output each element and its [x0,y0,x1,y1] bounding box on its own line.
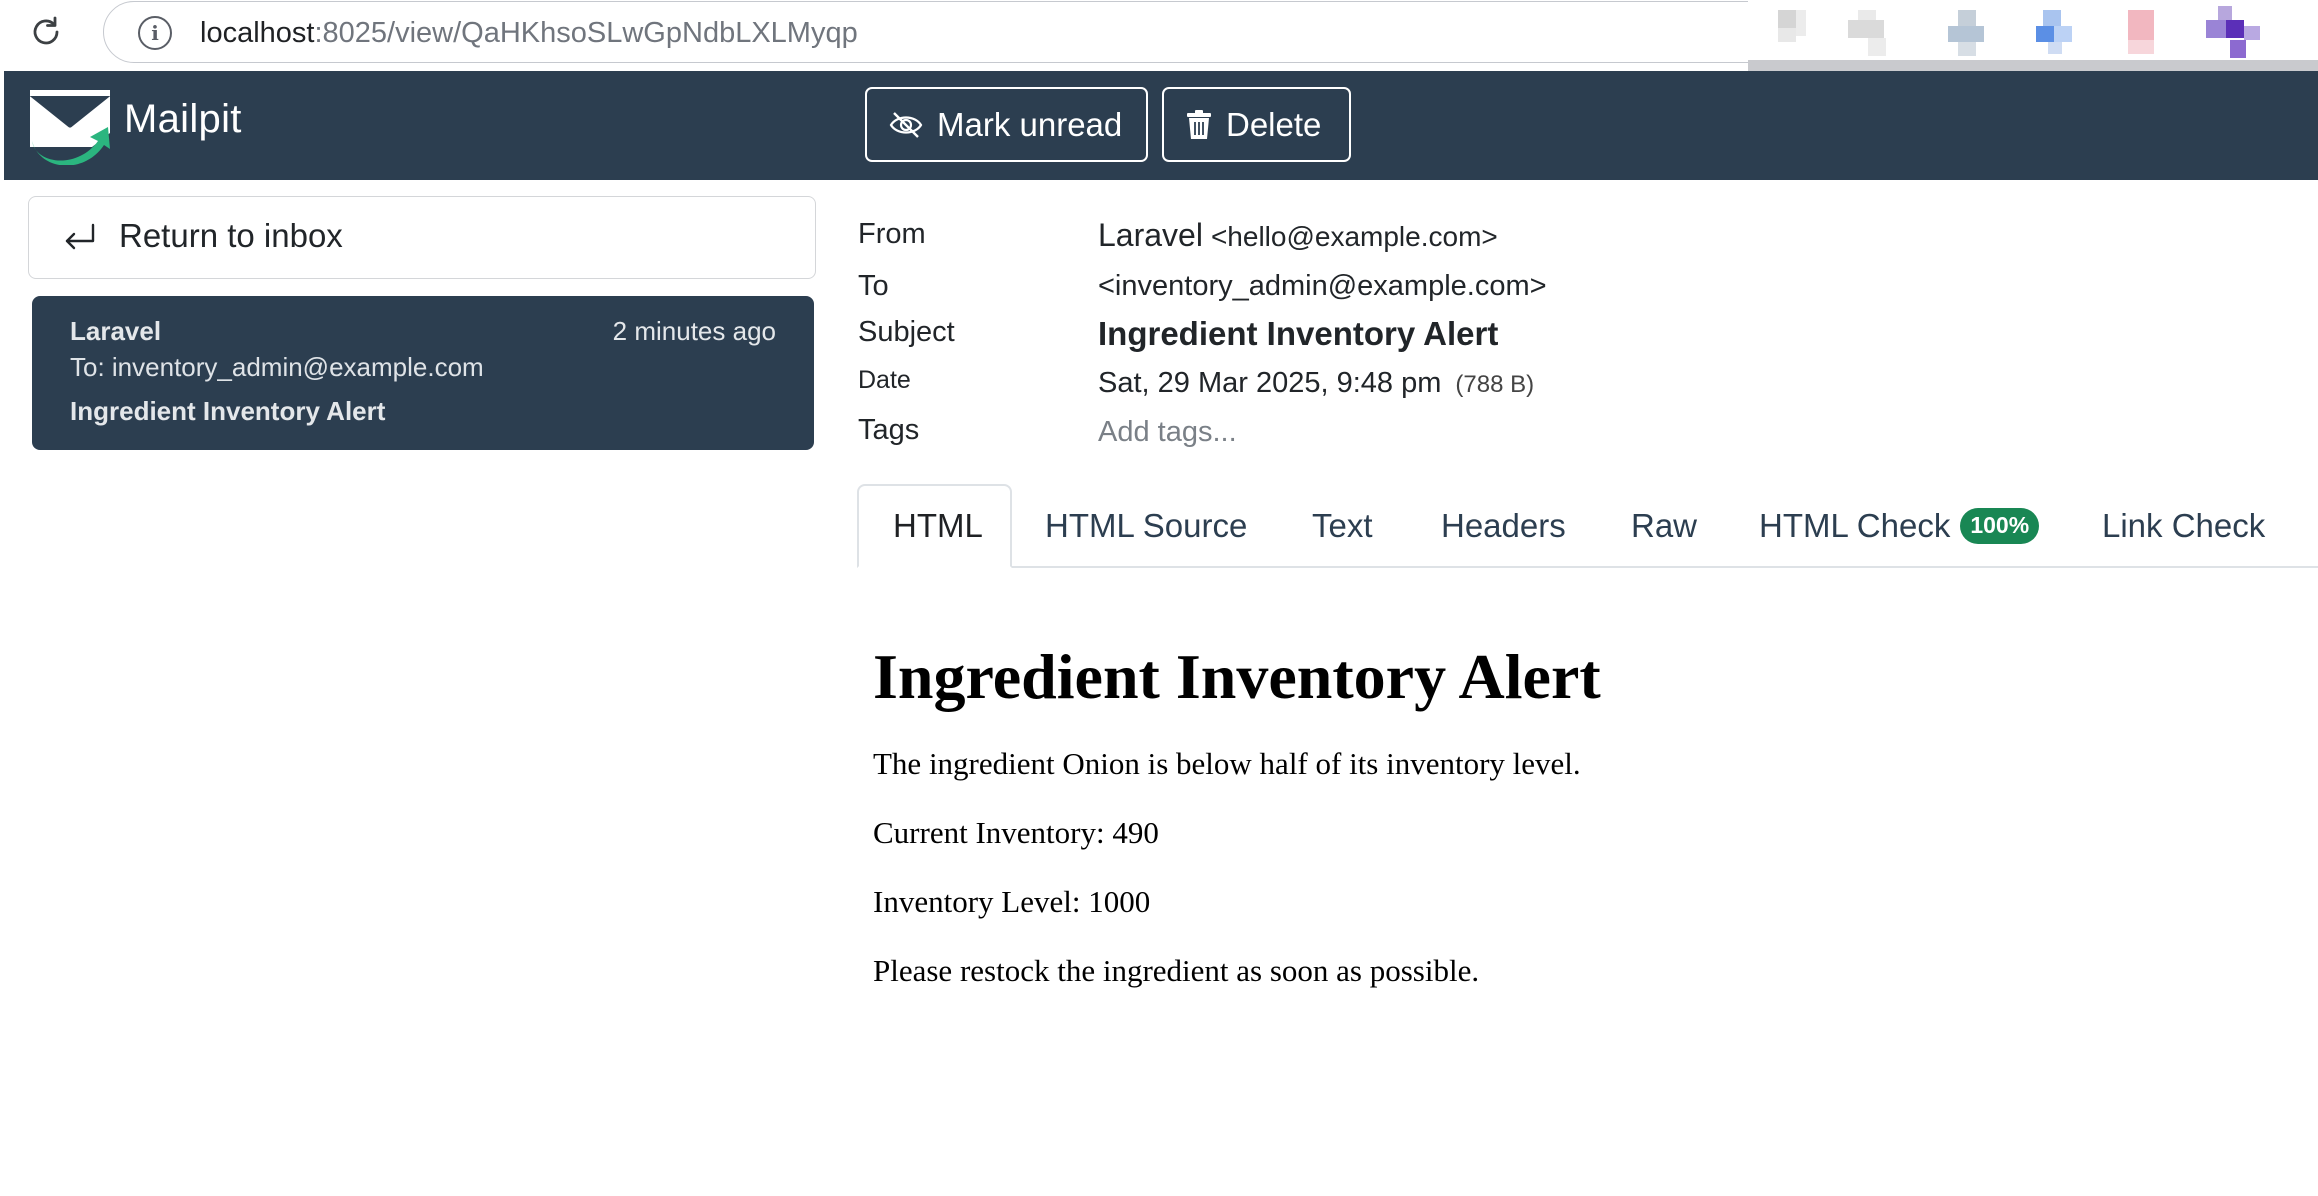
tags-label: Tags [858,414,920,446]
delete-button[interactable]: Delete [1162,87,1351,162]
tab-label: HTML [893,507,983,544]
message-time: 2 minutes ago [612,316,776,346]
tab-label: Link Check [2102,507,2266,544]
return-arrow-icon [65,223,95,250]
date-value: Sat, 29 Mar 2025, 9:48 pm (788 B) [1098,367,1534,400]
tab-label: HTML Check [1759,507,1951,544]
eye-slash-icon [889,111,923,138]
tab-headers[interactable]: Headers [1407,484,1600,568]
return-to-inbox-label: Return to inbox [119,217,343,254]
to-value: <inventory_admin@example.com> [1098,270,1547,302]
email-paragraph: Inventory Level: 1000 [873,884,1151,919]
html-check-score-badge: 100% [1960,508,2040,544]
subject-value: Ingredient Inventory Alert [1098,315,1499,352]
message-size: (788 B) [1455,371,1535,398]
message-subject: Ingredient Inventory Alert [70,396,386,426]
mailpit-logo-icon[interactable] [26,85,112,165]
browser-toolbar: i localhost:8025/view/QaHKhsoSLwGpNdbLXL… [0,0,2318,78]
message-list-item-selected[interactable]: Laravel 2 minutes ago To: inventory_admi… [32,296,814,450]
tab-html[interactable]: HTML [857,484,1012,568]
to-label: To [858,270,889,302]
tab-label: Raw [1631,507,1698,544]
tab-raw[interactable]: Raw [1597,484,1731,568]
mark-unread-label: Mark unread [937,105,1123,143]
message-to: To: inventory_admin@example.com [70,352,484,382]
address-bar[interactable]: i localhost:8025/view/QaHKhsoSLwGpNdbLXL… [103,1,1915,63]
email-paragraph: Please restock the ingredient as soon as… [873,953,1480,988]
url-path: :8025/view/QaHKhsoSLwGpNdbLXLMyqp [314,17,858,49]
tab-label: HTML Source [1045,507,1248,544]
email-paragraph: Current Inventory: 490 [873,815,1159,850]
url-text: localhost:8025/view/QaHKhsoSLwGpNdbLXLMy… [200,15,858,51]
email-heading: Ingredient Inventory Alert [873,641,1601,712]
email-html-preview: Ingredient Inventory Alert The ingredien… [873,640,2273,1024]
tab-label: Headers [1441,507,1566,544]
tab-html-source[interactable]: HTML Source [1011,484,1281,568]
tab-text[interactable]: Text [1278,484,1407,568]
delete-label: Delete [1226,105,1322,143]
from-name: Laravel [1098,217,1203,253]
subject-label: Subject [858,316,955,348]
mark-unread-button[interactable]: Mark unread [865,87,1148,162]
trash-icon [1187,109,1211,139]
email-paragraph: The ingredient Onion is below half of it… [873,746,1581,781]
reload-icon[interactable] [26,12,66,52]
date-text: Sat, 29 Mar 2025, 9:48 pm [1098,367,1442,399]
message-from: Laravel [70,316,162,346]
url-host: localhost [200,17,315,49]
tags-input[interactable] [1098,412,1598,452]
tab-html-check[interactable]: HTML Check 100% [1725,484,2073,568]
from-email: <hello@example.com> [1210,221,1498,252]
brand-name[interactable]: Mailpit [124,97,242,142]
date-label: Date [858,366,911,394]
return-to-inbox-button[interactable]: Return to inbox [28,196,816,279]
tab-label: Text [1312,507,1373,544]
tab-link-check[interactable]: Link Check [2068,484,2299,568]
from-label: From [858,218,926,250]
site-info-icon[interactable]: i [138,16,172,50]
app-header: Mailpit Mark unread Delete [4,71,2318,180]
from-value: Laravel <hello@example.com> [1098,217,1498,254]
